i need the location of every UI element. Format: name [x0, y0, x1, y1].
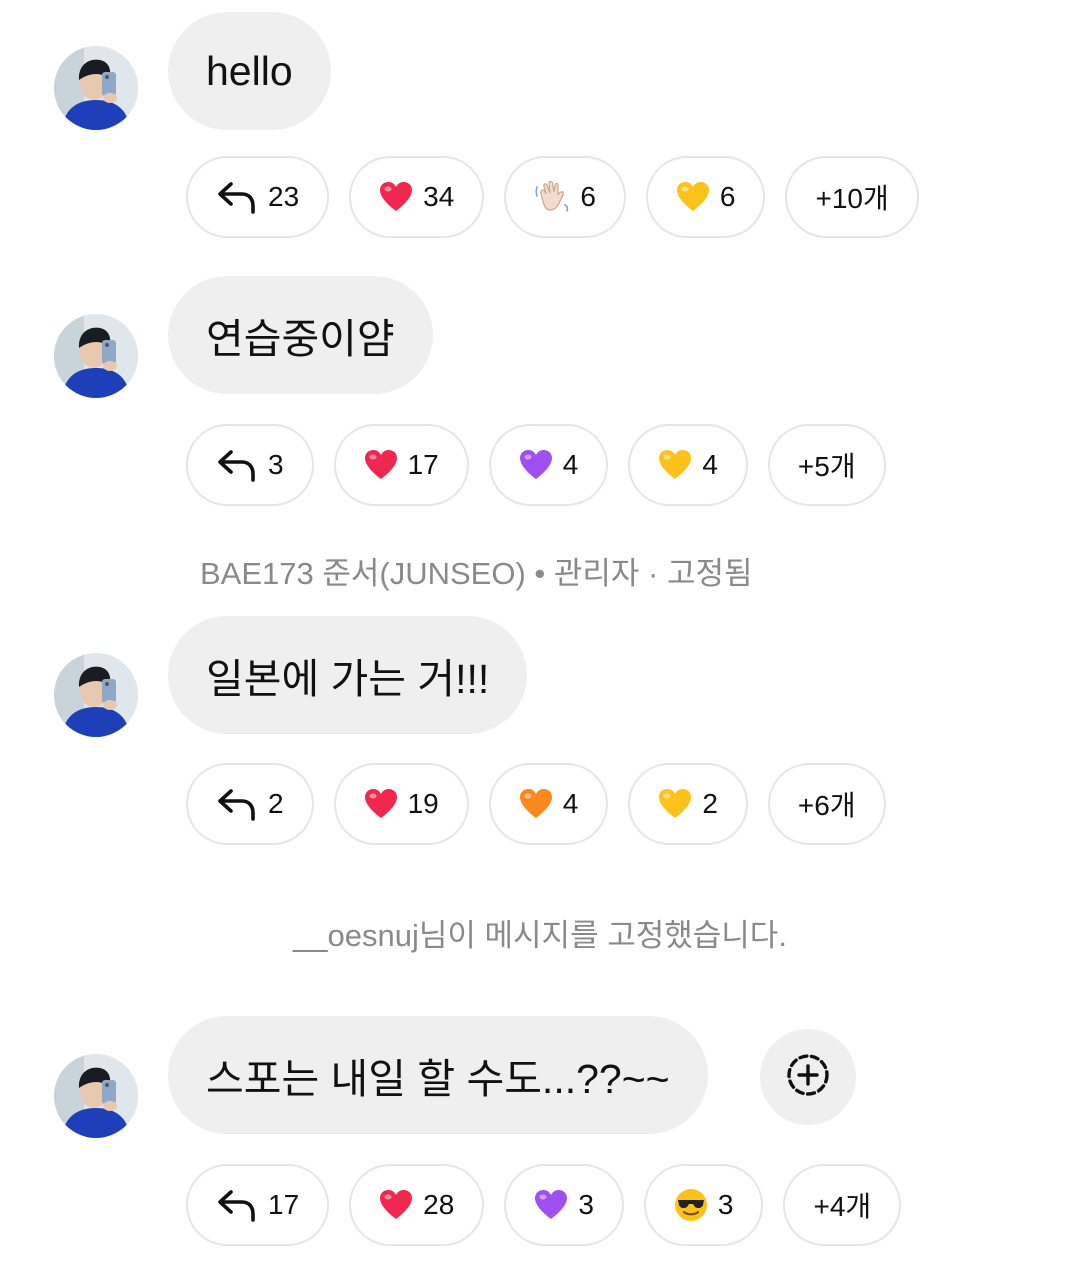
more-reactions-label: +6개 — [797, 790, 856, 821]
reply-arrow-icon — [216, 785, 258, 823]
message-text: hello — [206, 47, 293, 94]
message-bubble[interactable]: hello — [168, 12, 331, 130]
yellow-heart-icon — [658, 788, 692, 820]
avatar[interactable] — [54, 46, 138, 130]
reaction-chip[interactable]: 28 — [349, 1164, 485, 1246]
reaction-row: 3 17 4 4 +5개 — [186, 424, 886, 506]
message-bubble[interactable]: 일본에 가는 거!!! — [168, 616, 528, 734]
reaction-count: 2 — [702, 788, 718, 819]
reaction-chip[interactable]: 3 — [643, 1164, 764, 1246]
more-reactions-button[interactable]: +4개 — [783, 1164, 902, 1246]
reply-arrow-icon — [216, 1186, 258, 1224]
reaction-count: 4 — [562, 449, 579, 480]
reply-arrow-icon — [216, 178, 258, 216]
message-text: 연습중이얌 — [206, 316, 395, 362]
waving-hand-icon — [534, 179, 570, 215]
reaction-count: 4 — [562, 788, 579, 819]
red-heart-icon — [379, 1189, 413, 1221]
reply-count-button[interactable]: 17 — [186, 1164, 330, 1246]
reaction-count: 28 — [423, 1189, 455, 1220]
reaction-chip[interactable]: 4 — [488, 763, 609, 845]
purple-heart-icon — [534, 1189, 568, 1221]
message-bubble[interactable]: 스포는 내일 할 수도...??~~ — [168, 1016, 708, 1134]
message-text: 스포는 내일 할 수도...??~~ — [206, 1056, 670, 1102]
purple-heart-icon — [519, 449, 553, 481]
reaction-chip[interactable]: 3 — [504, 1164, 624, 1246]
pinned-author-label: BAE173 준서(JUNSEO) • 관리자 · 고정됨 — [200, 556, 753, 591]
reaction-chip[interactable]: 2 — [628, 763, 748, 845]
reaction-chip[interactable]: 4 — [488, 424, 609, 506]
avatar[interactable] — [54, 314, 138, 398]
reaction-count: 3 — [578, 1189, 594, 1220]
reaction-count: 19 — [407, 788, 439, 819]
reply-count: 3 — [268, 449, 284, 480]
more-reactions-button[interactable]: +10개 — [785, 156, 919, 238]
reaction-count: 6 — [719, 181, 736, 212]
more-reactions-label: +4개 — [813, 1191, 872, 1222]
reaction-row: 23 34 6 6 +10개 — [186, 156, 919, 238]
reaction-count: 3 — [717, 1189, 734, 1220]
add-reaction-button[interactable] — [760, 1029, 856, 1125]
red-heart-icon — [379, 181, 413, 213]
reaction-chip[interactable]: 34 — [349, 156, 485, 238]
add-reaction-icon — [784, 1051, 832, 1104]
yellow-heart-icon — [676, 181, 710, 213]
reaction-chip[interactable]: 4 — [628, 424, 748, 506]
reaction-chip[interactable]: 17 — [333, 424, 469, 506]
reaction-count: 6 — [580, 181, 596, 212]
reaction-count: 17 — [407, 449, 439, 480]
avatar[interactable] — [54, 1054, 138, 1138]
reply-count: 17 — [268, 1189, 300, 1220]
reply-arrow-icon — [216, 446, 258, 484]
yellow-heart-icon — [658, 449, 692, 481]
avatar[interactable] — [54, 653, 138, 737]
reaction-chip[interactable]: 19 — [333, 763, 469, 845]
orange-heart-icon — [519, 788, 553, 820]
reaction-chip[interactable]: 6 — [645, 156, 766, 238]
message-text: 일본에 가는 거!!! — [206, 656, 490, 702]
reply-count: 2 — [268, 788, 284, 819]
reaction-row: 2 19 4 2 +6개 — [186, 763, 886, 845]
reaction-chip[interactable]: 6 — [504, 156, 626, 238]
more-reactions-button[interactable]: +5개 — [767, 424, 886, 506]
reply-count: 23 — [268, 181, 300, 212]
red-heart-icon — [364, 788, 398, 820]
message-bubble[interactable]: 연습중이얌 — [168, 276, 433, 394]
reply-count-button[interactable]: 2 — [186, 763, 314, 845]
more-reactions-label: +5개 — [797, 451, 856, 482]
reaction-count: 34 — [423, 181, 455, 212]
sunglasses-face-icon — [674, 1188, 708, 1222]
reply-count-button[interactable]: 23 — [186, 156, 330, 238]
reply-count-button[interactable]: 3 — [186, 424, 314, 506]
red-heart-icon — [364, 449, 398, 481]
reaction-count: 4 — [702, 449, 718, 480]
reaction-row: 17 28 3 3 +4개 — [186, 1164, 902, 1246]
more-reactions-label: +10개 — [815, 183, 889, 214]
system-pin-notice: __oesnuj님이 메시지를 고정했습니다. — [293, 918, 787, 953]
more-reactions-button[interactable]: +6개 — [767, 763, 886, 845]
